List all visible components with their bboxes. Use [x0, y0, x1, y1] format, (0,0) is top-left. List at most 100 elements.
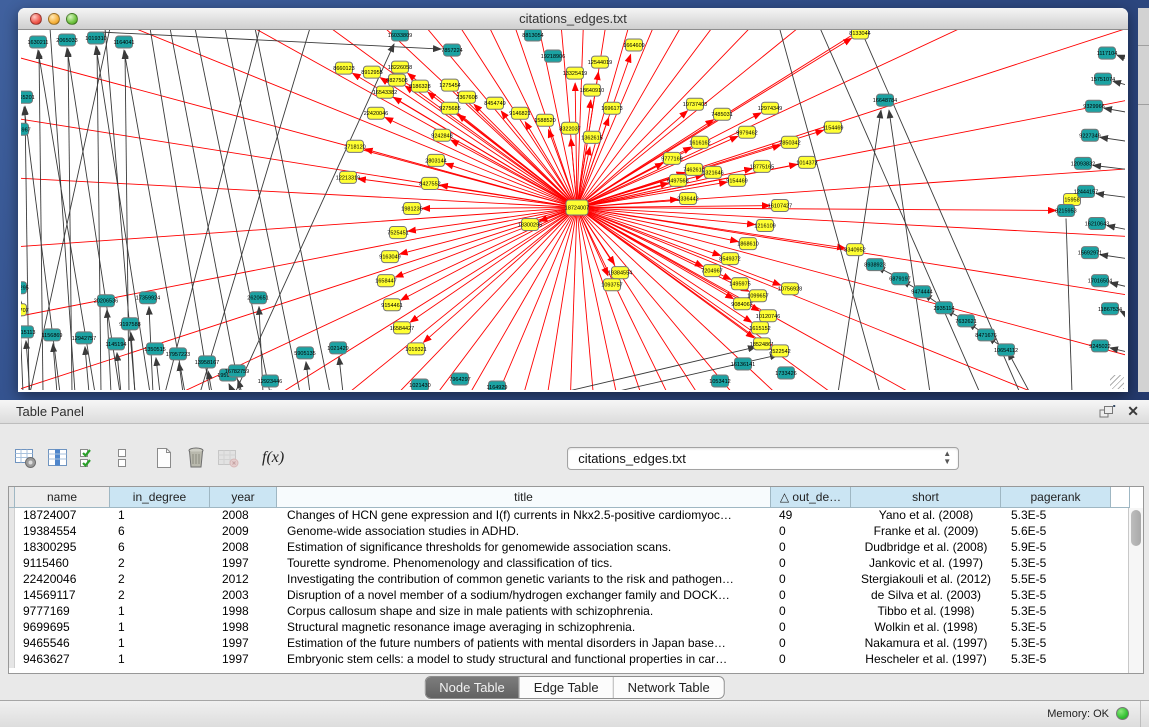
node-table[interactable]: namein_degreeyeartitle△ out_de…shortpage… — [8, 486, 1144, 674]
graph-node[interactable]: 1093757 — [601, 279, 622, 291]
graph-node[interactable]: 8549372 — [719, 253, 740, 265]
graph-node[interactable]: 8322037 — [559, 122, 580, 134]
graph-node[interactable]: 12974349 — [758, 102, 782, 114]
graph-node[interactable]: 2620651 — [247, 292, 268, 304]
graph-node[interactable]: 1630211 — [28, 36, 49, 48]
graph-node[interactable]: 17359924 — [136, 292, 160, 304]
table-mode-icon[interactable] — [14, 446, 38, 470]
tab-node-table[interactable]: Node Table — [425, 677, 519, 698]
graph-node[interactable]: 8660123 — [333, 62, 354, 74]
graph-node[interactable]: 19384554 — [608, 267, 632, 279]
column-header-short[interactable]: short — [851, 487, 1001, 508]
graph-node[interactable]: 8186328 — [409, 80, 430, 92]
graph-node[interactable]: 2065033 — [56, 34, 77, 46]
graph-node[interactable]: 1145194 — [106, 338, 127, 350]
graph-node[interactable]: 1733426 — [775, 367, 796, 379]
delete-table-icon[interactable] — [216, 446, 240, 470]
window-resize-handle[interactable] — [1110, 375, 1124, 389]
graph-node[interactable]: 1156869 — [42, 329, 63, 341]
graph-node[interactable]: 1019321 — [405, 343, 426, 355]
graph-node[interactable]: 9084067 — [731, 298, 752, 310]
graph-node[interactable]: 12213319 — [336, 171, 360, 183]
column-header-filler[interactable] — [1111, 487, 1130, 508]
graph-node[interactable]: 1616162 — [689, 136, 710, 148]
graph-node[interactable]: 8427552 — [419, 177, 440, 189]
graph-node[interactable]: 18724007 — [565, 200, 589, 215]
graph-node[interactable]: 18300295 — [518, 219, 542, 231]
graph-node[interactable]: 12444157 — [1074, 185, 1098, 197]
graph-node[interactable]: 1021430 — [409, 379, 430, 390]
network-table-select[interactable]: citations_edges.txt ▲▼ — [567, 447, 959, 470]
graph-node[interactable]: 8224967 — [21, 123, 31, 135]
column-header-in_degree[interactable]: in_degree — [110, 487, 210, 508]
graph-node[interactable]: 16210643 — [1085, 218, 1109, 230]
close-panel-icon[interactable]: ✕ — [1127, 403, 1139, 420]
float-panel-icon[interactable] — [1098, 404, 1116, 420]
show-hide-columns-icon[interactable] — [46, 446, 70, 470]
graph-node[interactable]: 1868610 — [737, 238, 758, 250]
graph-node[interactable]: 10654112 — [994, 344, 1018, 356]
column-header-name[interactable]: name — [15, 487, 110, 508]
graph-node[interactable]: 6497568 — [667, 174, 688, 186]
graph-node[interactable]: 1275454 — [439, 79, 460, 91]
graph-node[interactable]: 15751074 — [1091, 73, 1115, 85]
graph-node[interactable]: 1658447 — [375, 275, 396, 287]
column-header-year[interactable]: year — [210, 487, 277, 508]
graph-node[interactable]: 2336442 — [677, 192, 698, 204]
graph-node[interactable]: 20206536 — [94, 295, 118, 307]
tab-network-table[interactable]: Network Table — [613, 677, 724, 698]
graph-node[interactable]: 1350515 — [144, 343, 165, 355]
graph-node[interactable]: 1065201 — [21, 91, 35, 103]
graph-node[interactable]: 9197588 — [119, 318, 140, 330]
graph-node[interactable]: 7632621 — [955, 315, 976, 327]
graph-node[interactable]: 7204967 — [701, 265, 722, 277]
graph-node[interactable]: 2367608 — [456, 91, 477, 103]
graph-node[interactable]: 1696173 — [601, 102, 622, 114]
graph-node[interactable]: 1014372 — [796, 156, 817, 168]
graph-node[interactable]: 1154469 — [823, 121, 844, 133]
graph-node[interactable]: 1615152 — [749, 322, 770, 334]
graph-node[interactable]: 7850342 — [779, 136, 800, 148]
graph-node[interactable]: 9329966 — [1083, 100, 1104, 112]
vertical-scrollbar[interactable] — [1128, 508, 1143, 673]
graph-node[interactable]: 16107427 — [768, 199, 792, 211]
graph-node[interactable]: 9275685 — [439, 102, 460, 114]
graph-node[interactable]: 8912955 — [361, 66, 382, 78]
graph-node[interactable]: 10120746 — [756, 310, 780, 322]
graph-node[interactable]: 12942757 — [72, 332, 96, 344]
graph-node[interactable]: 1019310 — [85, 32, 106, 44]
graph-node[interactable]: 8133044 — [849, 30, 870, 39]
graph-node[interactable]: 8938923 — [864, 259, 885, 271]
graph-node[interactable]: 7525451 — [387, 227, 408, 239]
table-row[interactable]: 1456911722003Disruption of a novel membe… — [9, 588, 1128, 604]
graph-node[interactable]: 9154469 — [726, 174, 747, 186]
graph-node[interactable]: 12544019 — [588, 56, 612, 68]
graph-node[interactable]: 5905135 — [294, 347, 315, 359]
graph-node[interactable]: 17016504 — [1088, 275, 1112, 287]
graph-node[interactable]: 8471676 — [975, 329, 996, 341]
graph-node[interactable]: 17957223 — [166, 348, 190, 360]
graph-node[interactable]: 9227349 — [1079, 129, 1100, 141]
graph-node[interactable]: 9146821 — [509, 107, 530, 119]
delete-attributes-icon[interactable] — [184, 446, 208, 470]
column-header-out_de…[interactable]: △ out_de… — [771, 487, 851, 508]
graph-node[interactable]: 9979462 — [736, 126, 757, 138]
graph-node[interactable]: 8215953 — [1055, 204, 1076, 216]
graph-node[interactable]: 1981236 — [401, 202, 422, 214]
column-header-pagerank[interactable]: pagerank — [1001, 487, 1111, 508]
graph-node[interactable]: 8454749 — [484, 97, 505, 109]
graph-node[interactable]: 8340952 — [844, 244, 865, 256]
graph-node[interactable]: 2522542 — [769, 345, 790, 357]
graph-node[interactable]: 1021429 — [327, 342, 348, 354]
table-row[interactable]: 977716911998Corpus callosum shape and si… — [9, 604, 1128, 620]
graph-node[interactable]: 18226058 — [388, 61, 412, 73]
graph-node[interactable]: 9827508 — [386, 74, 407, 86]
graph-node[interactable]: 15692971 — [1078, 247, 1102, 259]
graph-node[interactable]: 1495975 — [729, 278, 750, 290]
graph-node[interactable]: 16584427 — [390, 322, 414, 334]
new-table-icon[interactable] — [152, 446, 176, 470]
graph-node[interactable]: 1321646 — [702, 166, 723, 178]
graph-node[interactable]: 13958167 — [195, 356, 219, 368]
function-builder-icon[interactable]: f(x) — [262, 449, 284, 467]
graph-node[interactable]: 7857224 — [441, 44, 462, 56]
